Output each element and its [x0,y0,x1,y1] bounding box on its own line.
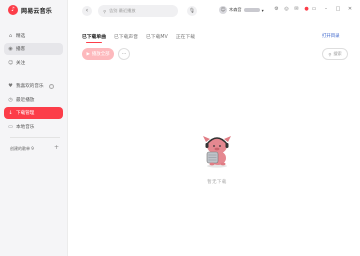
microphone-icon[interactable]: 🎙 [187,6,197,16]
sidebar-item-follow[interactable]: ☺ 关注 [4,57,63,69]
search-box[interactable]: ⚲ 告别 最近播放 [98,5,178,17]
sidebar-item-label: 关注 [16,61,26,66]
window-controls: ▭ – □ ✕ [310,6,354,12]
sidebar-item-label: 最近播放 [16,98,35,103]
folder-icon: ▭ [8,123,13,130]
sidebar-item-featured[interactable]: ⌂ 精选 [4,30,63,42]
download-tabs: 已下载单曲 已下载声音 已下载MV 正在下载 [82,33,195,43]
open-directory-link[interactable]: 打开目录 [322,33,340,39]
sidebar-item-download-manager[interactable]: ↓ 下载管理 [4,107,63,119]
play-all-button[interactable]: ▶ 播放全部 [82,48,114,60]
netease-logo-icon: ♪ [8,5,18,15]
local-search-button[interactable]: ⚲ 搜索 [322,48,348,60]
mini-player-icon[interactable]: ▭ [310,6,318,12]
sidebar-item-recent[interactable]: ◷ 最近播放 [4,94,63,106]
user-menu[interactable]: ☺ 木森音 ▾ [219,6,264,14]
follow-icon: ☺ [8,59,14,66]
tab-downloaded-mv[interactable]: 已下载MV [146,33,168,40]
heartbeat-mode-icon[interactable]: ♡ [48,83,54,89]
home-icon: ⌂ [8,32,13,39]
tab-downloaded-songs[interactable]: 已下载单曲 [82,33,106,43]
sidebar-item-label: 本地音乐 [16,125,35,130]
download-icon: ↓ [8,109,13,116]
top-icons: ⚙ ◎ ✉ ● [273,6,310,12]
message-icon[interactable]: ✉ [293,6,300,12]
sidebar: ♪ 网易云音乐 ⌂ 精选 ◉ 播客 ☺ 关注 ♥ 我喜欢的音乐 ♡ ◷ 最近播放… [0,0,68,256]
tab-downloading[interactable]: 正在下载 [176,33,195,40]
username[interactable]: 木森音 [229,7,242,13]
sidebar-item-label: 我喜欢的音乐 [16,84,44,89]
search-icon: ⚲ [328,51,332,57]
sidebar-item-label: 精选 [16,34,26,39]
sidebar-item-label: 下载管理 [16,111,35,116]
close-icon[interactable]: ✕ [346,6,354,12]
clock-icon: ◷ [8,96,13,103]
empty-mascot-illustration [203,136,231,168]
theme-icon[interactable]: ◎ [283,6,290,12]
top-bar: ‹ ⚲ 告别 最近播放 🎙 ☺ 木森音 ▾ ⚙ ◎ ✉ ● ▭ – □ ✕ [68,0,360,22]
sidebar-item-podcast[interactable]: ◉ 播客 [4,43,63,55]
vip-badge[interactable] [243,8,260,12]
podcast-icon: ◉ [8,45,13,52]
sidebar-item-label: 播客 [16,47,26,52]
app-name: 网易云音乐 [21,7,53,15]
local-search-label: 搜索 [333,51,342,56]
created-playlists-header[interactable]: 创建的歌单 9 [10,146,34,152]
back-button[interactable]: ‹ [82,6,92,16]
settings-icon[interactable]: ⚙ [273,6,280,12]
add-playlist-button[interactable]: + [54,144,59,151]
avatar[interactable]: ☺ [219,6,227,14]
sidebar-item-local-music[interactable]: ▭ 本地音乐 [4,121,63,133]
play-icon: ▶ [86,51,90,57]
sidebar-item-liked-music[interactable]: ♥ 我喜欢的音乐 ♡ [4,80,63,92]
more-button[interactable]: ··· [118,48,130,60]
minimize-icon[interactable]: – [322,6,330,12]
tab-downloaded-sounds[interactable]: 已下载声音 [114,33,138,40]
sidebar-divider [10,137,60,138]
maximize-icon[interactable]: □ [334,6,342,12]
empty-state-text: 暂无下载 [207,180,227,185]
download-dot-icon[interactable]: ● [303,6,310,12]
play-all-label: 播放全部 [91,52,110,57]
app-logo[interactable]: ♪ 网易云音乐 [8,5,52,15]
search-icon: ⚲ [103,8,107,14]
search-input[interactable]: 告别 最近播放 [109,8,135,14]
heart-icon: ♥ [8,82,13,89]
chevron-down-icon[interactable]: ▾ [262,8,264,13]
